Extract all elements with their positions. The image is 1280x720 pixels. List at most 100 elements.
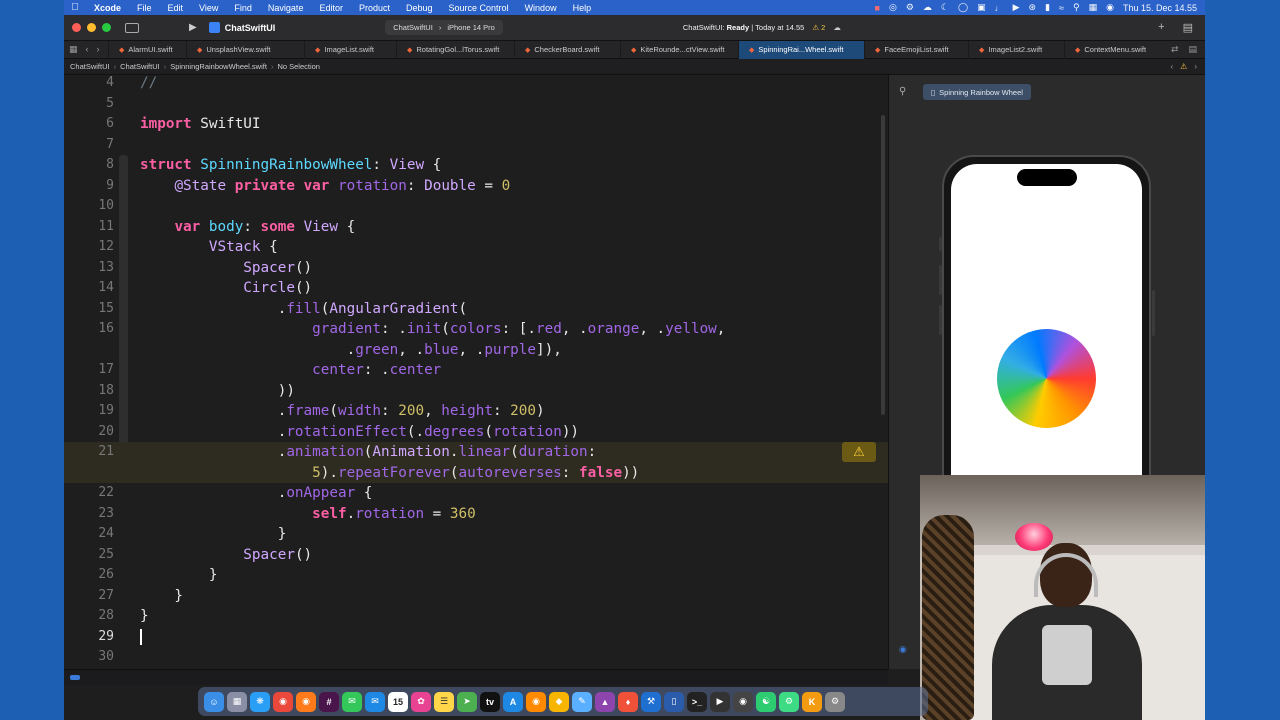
firefox-icon[interactable]: ◉ [296,691,316,712]
code-line-current[interactable]: 29 [64,627,888,648]
kite-icon[interactable]: K [802,691,822,712]
sidebar-toggle-icon[interactable] [125,22,139,33]
calendar-icon[interactable]: 15 [388,691,408,712]
display-icon[interactable]: ▣ [977,2,986,13]
breadcrumb-selection[interactable]: No Selection [277,62,320,71]
menu-debug[interactable]: Debug [398,3,441,13]
screenflow-icon[interactable]: ◉ [733,691,753,712]
menu-file[interactable]: File [129,3,160,13]
code-line[interactable]: 14 Circle() [64,278,888,299]
code-line[interactable]: 24 } [64,524,888,545]
scheme-name[interactable]: ChatSwiftUI [393,23,433,32]
tab-kiterounded[interactable]: ◆ KiteRounde...ctView.swift [620,40,738,59]
messages-icon[interactable]: ✉ [342,691,362,712]
menu-edit[interactable]: Edit [160,3,192,13]
menu-editor[interactable]: Editor [311,3,351,13]
cloud-icon[interactable]: ☁ [923,2,932,13]
finder-icon[interactable]: ☺ [204,691,224,712]
terminal-icon[interactable]: >_ [687,691,707,712]
preview-tab[interactable]: ▯ Spinning Rainbow Wheel [923,84,1031,100]
code-line[interactable]: 4// [64,75,888,94]
slack-icon[interactable]: # [319,691,339,712]
breadcrumb-file[interactable]: SpinningRainbowWheel.swift [170,62,267,71]
safari-icon[interactable]: ❋ [250,691,270,712]
simulator-icon[interactable]: ▯ [664,691,684,712]
apple-menu-icon[interactable]:  [64,2,86,13]
chevron-left-icon[interactable]: ‹ [1170,62,1173,71]
code-line[interactable]: 28} [64,606,888,627]
code-line[interactable]: 8 struct SpinningRainbowWheel: View { [64,155,888,176]
grid-icon[interactable]: ▦ [69,44,78,55]
menu-view[interactable]: View [191,3,226,13]
launchpad-icon[interactable]: ▦ [227,691,247,712]
menu-product[interactable]: Product [351,3,398,13]
code-line[interactable]: 13 Spacer() [64,258,888,279]
control-center-icon[interactable]: ▦ [1089,2,1098,13]
tab-unsplashview[interactable]: ◆ UnsplashView.swift [186,40,304,59]
tab-spinningrainbowwheel[interactable]: ◆ SpinningRai...Wheel.swift [738,40,864,59]
code-line[interactable]: 7 [64,135,888,156]
chevron-right-icon[interactable]: › [97,44,100,55]
tab-contextmenu[interactable]: ◆ ContextMenu.swift [1064,40,1156,59]
breadcrumb-group[interactable]: ChatSwiftUI [120,62,160,71]
code-line[interactable]: 11 var body: some View { [64,217,888,238]
editor-scrollbar[interactable] [881,115,885,415]
menu-find[interactable]: Find [226,3,260,13]
sketch-icon[interactable]: ◆ [549,691,569,712]
finalcut-icon[interactable]: ▶ [710,691,730,712]
siri-icon[interactable]: ◉ [1106,2,1114,13]
close-button[interactable] [72,23,81,32]
code-line[interactable]: 15 .fill(AngularGradient( [64,299,888,320]
code-line[interactable]: 23 self.rotation = 360 [64,504,888,525]
colorsync-icon[interactable]: ◉ [526,691,546,712]
maps-icon[interactable]: ➤ [457,691,477,712]
swift-playgrounds-icon[interactable]: ♦ [618,691,638,712]
code-line[interactable]: 25 Spacer() [64,545,888,566]
debug-toggle-icon[interactable] [70,675,80,680]
warning-indicator[interactable]: ⚠ 2 [812,23,825,32]
menu-navigate[interactable]: Navigate [260,3,312,13]
code-line[interactable]: 20 .rotationEffect(.degrees(rotation)) [64,422,888,443]
zoom-button[interactable] [102,23,111,32]
menu-help[interactable]: Help [565,3,600,13]
code-line[interactable]: 10 [64,196,888,217]
pin-icon[interactable]: ⚲ [899,86,906,97]
menu-clock[interactable]: Thu 15. Dec 14.55 [1123,3,1197,13]
search-icon[interactable]: ⚲ [1073,2,1080,13]
warning-icon[interactable]: ⚠ [1180,62,1187,71]
code-line-warning[interactable]: 21 .animation(Animation.linear(duration: [64,442,888,463]
add-editor-icon[interactable]: ▤ [1188,44,1197,55]
github-icon[interactable]: ☯ [756,691,776,712]
code-line[interactable]: 16 gradient: .init(colors: [.red, .orang… [64,319,888,340]
minimize-button[interactable] [87,23,96,32]
chevron-left-icon[interactable]: ‹ [86,44,89,55]
chrome-icon[interactable]: ◉ [273,691,293,712]
breadcrumb-project[interactable]: ChatSwiftUI [70,62,110,71]
cloud-status-icon[interactable]: ☁ [833,23,841,32]
code-line[interactable]: 18 )) [64,381,888,402]
scheme-selector[interactable]: ChatSwiftUI › iPhone 14 Pro [385,20,503,35]
code-line[interactable]: 6 import SwiftUI [64,114,888,135]
inspector-toggle-icon[interactable]: ▤ [1183,21,1193,34]
code-editor[interactable]: 4// 5 6 import SwiftUI 7 8 struct Spinning… [64,75,888,669]
volume-icon[interactable]: ♩ [995,3,1004,13]
tab-alarmui[interactable]: ◆ AlarmUI.swift [108,40,186,59]
preview-icon[interactable]: ✎ [572,691,592,712]
code-line[interactable]: 22 .onAppear { [64,483,888,504]
photos-icon[interactable]: ✿ [411,691,431,712]
menu-window[interactable]: Window [517,3,565,13]
record-icon[interactable]: ◎ [889,2,897,13]
tab-imagelist2[interactable]: ◆ ImageList2.swift [968,40,1064,59]
mail-icon[interactable]: ✉ [365,691,385,712]
moon-icon[interactable]: ☾ [941,2,949,13]
warning-badge-icon[interactable]: ⚠ [842,442,876,462]
split-editor-icon[interactable]: ⇄ [1171,44,1179,55]
code-line[interactable]: 19 .frame(width: 200, height: 200) [64,401,888,422]
live-preview-icon[interactable]: ◉ [899,644,907,655]
notes-icon[interactable]: ☰ [434,691,454,712]
code-line[interactable]: 27 } [64,586,888,607]
code-line[interactable]: 26 } [64,565,888,586]
battery-icon[interactable]: ▮ [1045,2,1050,13]
play-icon[interactable]: ▶ [1013,2,1020,13]
menu-source-control[interactable]: Source Control [441,3,517,13]
